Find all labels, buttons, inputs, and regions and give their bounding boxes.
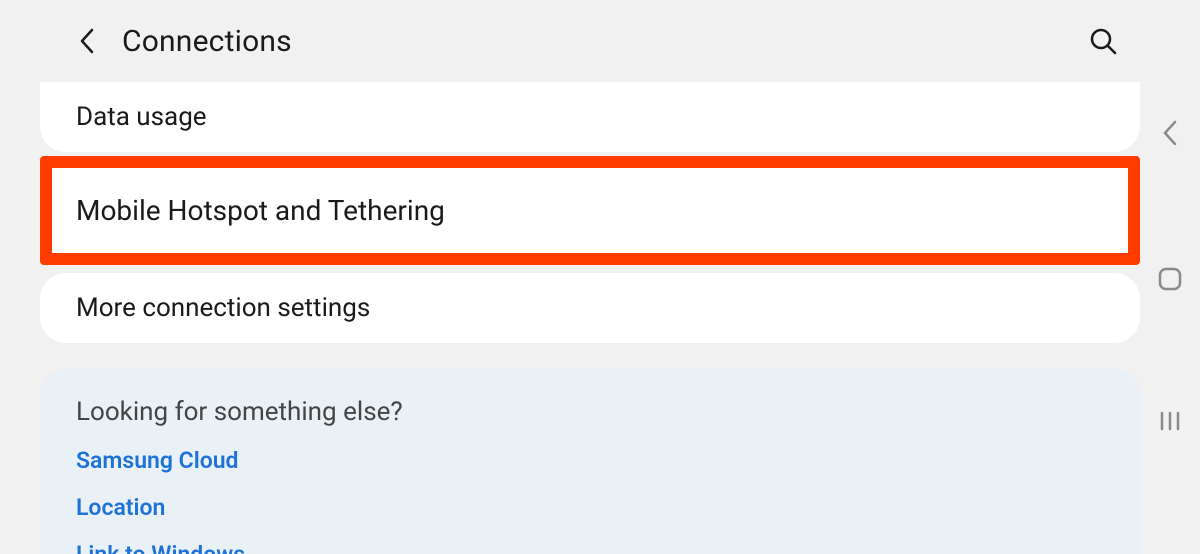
header-bar: Connections	[40, 0, 1140, 82]
item-more-connection[interactable]: More connection settings	[40, 273, 1140, 343]
settings-group-more: More connection settings	[40, 273, 1140, 343]
settings-group-top: Data usage	[40, 82, 1140, 152]
item-mobile-hotspot[interactable]: Mobile Hotspot and Tethering	[52, 168, 1128, 253]
back-icon[interactable]	[70, 24, 104, 58]
nav-home-icon[interactable]	[1150, 266, 1190, 292]
search-icon[interactable]	[1086, 24, 1120, 58]
suggestions-card: Looking for something else? Samsung Clou…	[40, 369, 1140, 554]
suggest-link-samsung-cloud[interactable]: Samsung Cloud	[76, 447, 1104, 474]
nav-recent-icon[interactable]	[1150, 410, 1190, 432]
suggest-link-location[interactable]: Location	[76, 494, 1104, 521]
item-data-usage[interactable]: Data usage	[40, 82, 1140, 152]
page-title: Connections	[122, 24, 1086, 59]
highlight-hotspot: Mobile Hotspot and Tethering	[40, 156, 1140, 265]
suggestions-title: Looking for something else?	[76, 397, 1104, 427]
suggest-link-link-to-windows[interactable]: Link to Windows	[76, 541, 1104, 554]
nav-back-icon[interactable]	[1150, 118, 1190, 148]
settings-screen: Connections Data usage Mobile Hotspot an…	[40, 0, 1140, 554]
system-nav-rail	[1150, 0, 1190, 554]
